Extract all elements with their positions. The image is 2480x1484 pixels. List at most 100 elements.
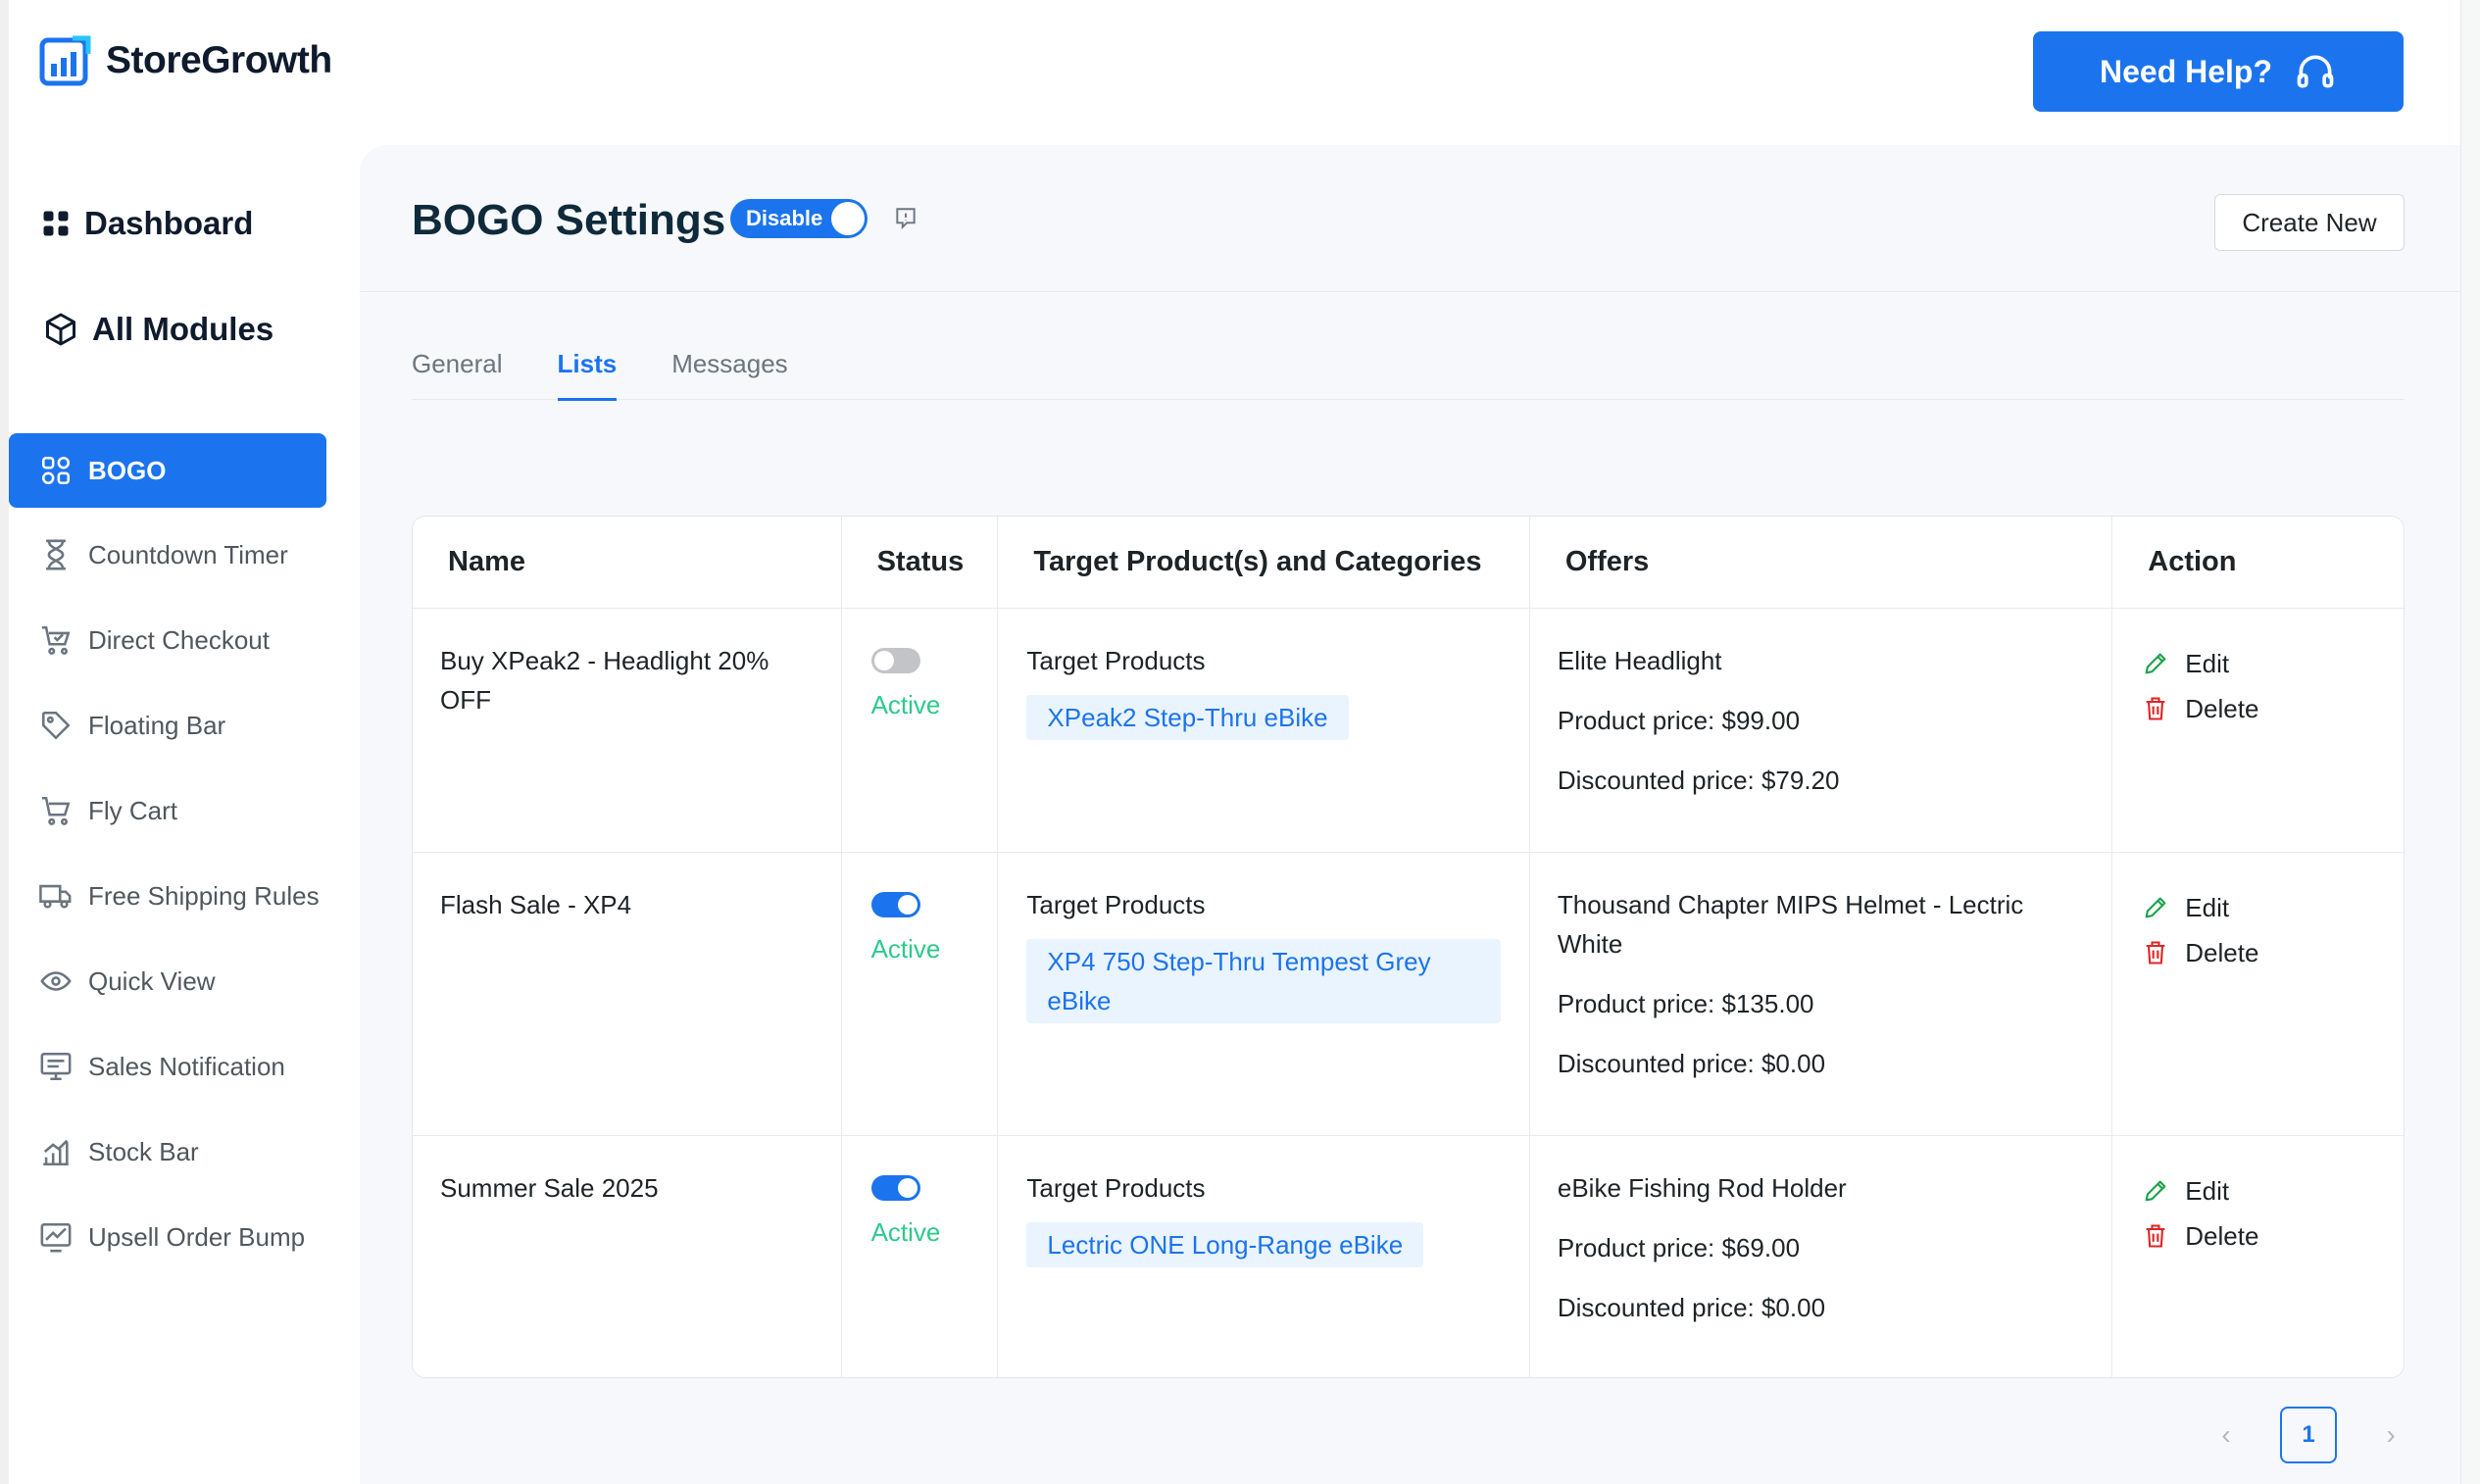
- page-number-button[interactable]: 1: [2280, 1407, 2337, 1463]
- eye-icon: [40, 971, 72, 991]
- sidebar-item-quick-view[interactable]: Quick View: [9, 944, 326, 1018]
- brand-name: StoreGrowth: [106, 39, 332, 81]
- feedback-icon[interactable]: [893, 206, 918, 231]
- sidebar-item-upsell-order-bump[interactable]: Upsell Order Bump: [9, 1200, 326, 1274]
- cart-icon: [41, 796, 71, 825]
- sidebar-item-sales-notification[interactable]: Sales Notification: [9, 1029, 326, 1104]
- status-text: Active: [870, 1217, 941, 1247]
- sidebar-item-label: Sales Notification: [88, 1051, 285, 1081]
- tab-bar: General Lists Messages: [412, 349, 2405, 401]
- row-action-cell: Edit Delete: [2112, 853, 2404, 1135]
- sidebar-item-countdown-timer[interactable]: Countdown Timer: [9, 518, 326, 592]
- sidebar-item-free-shipping-rules[interactable]: Free Shipping Rules: [9, 859, 326, 933]
- main-panel: BOGO Settings Disable Create New General…: [360, 145, 2460, 1484]
- column-header-offers: Offers: [1530, 517, 2113, 608]
- edit-label: Edit: [2185, 893, 2230, 922]
- target-product-chip: XPeak2 Step-Thru eBike: [1026, 695, 1349, 740]
- cube-icon: [46, 313, 75, 346]
- sidebar-item-label: Direct Checkout: [88, 624, 270, 655]
- column-header-status: Status: [842, 517, 999, 608]
- row-name-continued: OFF: [440, 685, 491, 715]
- tab-general[interactable]: General: [412, 349, 503, 400]
- sidebar-item-label: Upsell Order Bump: [88, 1221, 306, 1252]
- status-toggle[interactable]: [870, 648, 920, 673]
- row-action-cell: Edit Delete: [2112, 1136, 2404, 1377]
- dashboard-icon: [43, 211, 69, 236]
- row-offer-cell: eBike Fishing Rod Holder Product price: …: [1530, 1136, 2113, 1377]
- scrollbar-track[interactable]: [2460, 0, 2480, 1484]
- module-enable-toggle[interactable]: Disable: [730, 199, 868, 238]
- row-name-cell: Flash Sale - XP4: [413, 853, 842, 1135]
- pencil-icon: [2145, 897, 2166, 918]
- hourglass-icon: [46, 539, 66, 570]
- edit-button[interactable]: Edit: [2142, 641, 2376, 686]
- toggle-knob: [897, 1178, 918, 1198]
- offer-product-name: eBike Fishing Rod Holder: [1557, 1173, 1847, 1203]
- sidebar-item-fly-cart[interactable]: Fly Cart: [9, 773, 326, 848]
- sidebar-all-modules[interactable]: All Modules: [9, 300, 360, 359]
- need-help-label: Need Help?: [2099, 53, 2273, 89]
- bogo-list-table: Name Status Target Product(s) and Catego…: [412, 516, 2405, 1378]
- offer-discounted-price: Discounted price: $0.00: [1557, 1049, 1826, 1078]
- column-header-action: Action: [2148, 546, 2237, 577]
- create-new-button[interactable]: Create New: [2214, 194, 2405, 251]
- tab-lists[interactable]: Lists: [557, 349, 617, 401]
- brand-logo[interactable]: StoreGrowth: [39, 34, 332, 87]
- target-product-chip: Lectric ONE Long-Range eBike: [1026, 1222, 1424, 1267]
- offer-product-price: Product price: $135.00: [1557, 989, 1814, 1018]
- row-target-cell: Target Products Lectric ONE Long-Range e…: [998, 1136, 1530, 1377]
- logo-icon: [39, 35, 91, 86]
- page-header: BOGO Settings Disable Create New: [360, 145, 2460, 292]
- delete-label: Delete: [2185, 694, 2259, 723]
- row-name-cell: Buy XPeak2 - Headlight 20% OFF: [413, 609, 842, 852]
- row-target-cell: Target Products XP4 750 Step-Thru Tempes…: [998, 853, 1530, 1135]
- target-label: Target Products: [1026, 646, 1206, 675]
- offer-discounted-price: Discounted price: $79.20: [1557, 766, 1840, 795]
- next-page-button[interactable]: ›: [2380, 1419, 2402, 1451]
- target-label: Target Products: [1026, 1173, 1206, 1203]
- sidebar-item-stock-bar[interactable]: Stock Bar: [9, 1114, 326, 1189]
- pencil-icon: [2145, 1180, 2166, 1202]
- delete-button[interactable]: Delete: [2142, 1213, 2376, 1259]
- sidebar-item-label: Free Shipping Rules: [88, 880, 320, 911]
- offer-product-price: Product price: $69.00: [1557, 1233, 1801, 1262]
- left-edge: [0, 0, 9, 1484]
- delete-button[interactable]: Delete: [2142, 686, 2376, 731]
- sidebar-item-direct-checkout[interactable]: Direct Checkout: [9, 603, 326, 677]
- pagination: ‹ 1 ›: [2215, 1407, 2402, 1463]
- edit-label: Edit: [2185, 1176, 2230, 1206]
- bar-chart-icon: [43, 1139, 69, 1166]
- toggle-knob: [831, 202, 865, 235]
- delete-button[interactable]: Delete: [2142, 930, 2376, 975]
- edit-button[interactable]: Edit: [2142, 885, 2376, 930]
- tag-icon: [41, 711, 71, 740]
- table-row: Buy XPeak2 - Headlight 20% OFF Active Ta…: [413, 609, 2404, 853]
- sidebar-item-bogo[interactable]: BOGO: [9, 433, 326, 508]
- sidebar-item-floating-bar[interactable]: Floating Bar: [9, 688, 326, 763]
- row-status-cell: Active: [842, 853, 999, 1135]
- sidebar-item-label: BOGO: [88, 455, 167, 485]
- status-text: Active: [870, 690, 941, 719]
- row-name: Flash Sale - XP4: [440, 890, 632, 919]
- row-offer-cell: Thousand Chapter MIPS Helmet - Lectric W…: [1530, 853, 2113, 1135]
- prev-page-button[interactable]: ‹: [2215, 1419, 2237, 1451]
- need-help-button[interactable]: Need Help?: [2033, 31, 2404, 112]
- sidebar-dashboard[interactable]: Dashboard: [9, 194, 360, 253]
- sidebar-item-label: Quick View: [88, 965, 216, 996]
- trash-icon: [2146, 697, 2165, 720]
- delete-label: Delete: [2185, 938, 2259, 967]
- truck-icon: [39, 884, 72, 909]
- row-name-cell: Summer Sale 2025: [413, 1136, 842, 1377]
- table-row: Flash Sale - XP4 Active Target Products …: [413, 853, 2404, 1136]
- table-row: Summer Sale 2025 Active Target Products …: [413, 1136, 2404, 1377]
- row-name: Buy XPeak2 - Headlight 20%: [440, 646, 769, 675]
- sidebar-dashboard-label: Dashboard: [84, 205, 254, 241]
- status-toggle[interactable]: [870, 1175, 920, 1201]
- tab-messages[interactable]: Messages: [671, 349, 788, 400]
- edit-button[interactable]: Edit: [2142, 1168, 2376, 1213]
- table-header: Name Status Target Product(s) and Catego…: [413, 517, 2404, 609]
- row-action-cell: Edit Delete: [2112, 609, 2404, 852]
- status-toggle[interactable]: [870, 892, 920, 917]
- row-status-cell: Active: [842, 609, 999, 852]
- toggle-knob: [897, 895, 918, 915]
